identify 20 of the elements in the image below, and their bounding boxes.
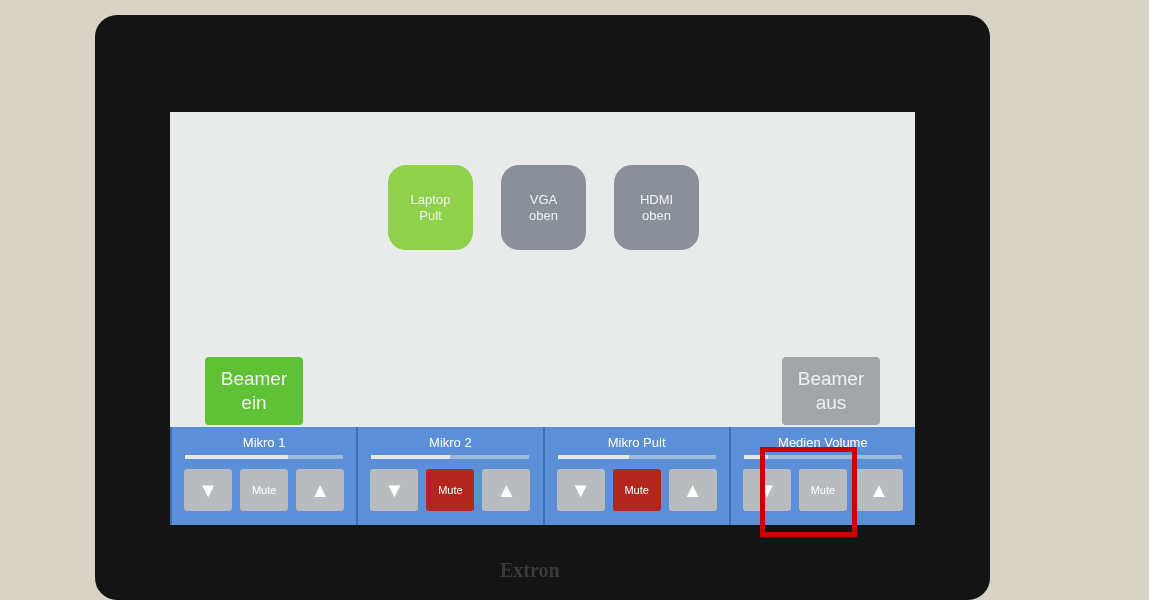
volume-up-button[interactable]: ▲ [482, 469, 531, 511]
mute-button[interactable]: Mute [798, 469, 847, 511]
volume-down-button[interactable]: ▼ [556, 469, 605, 511]
volume-down-button[interactable]: ▼ [184, 469, 233, 511]
projector-button[interactable]: Beamer aus [782, 357, 880, 425]
volume-up-button[interactable]: ▲ [854, 469, 903, 511]
source-button[interactable]: VGA oben [501, 165, 586, 250]
channel-label: Mikro 1 [242, 434, 286, 451]
source-button[interactable]: Laptop Pult [388, 165, 473, 250]
mute-button[interactable]: Mute [240, 469, 289, 511]
projector-button[interactable]: Beamer ein [205, 357, 303, 425]
mute-button[interactable]: Mute [612, 469, 661, 511]
channel-label: Medien Volume [778, 434, 868, 451]
mute-button[interactable]: Mute [426, 469, 475, 511]
volume-down-button[interactable]: ▼ [370, 469, 419, 511]
volume-up-button[interactable]: ▲ [668, 469, 717, 511]
channel-label: Mikro Pult [607, 434, 666, 451]
source-button[interactable]: HDMI oben [614, 165, 699, 250]
channel-label: Mikro 2 [429, 434, 472, 451]
volume-up-button[interactable]: ▲ [296, 469, 345, 511]
